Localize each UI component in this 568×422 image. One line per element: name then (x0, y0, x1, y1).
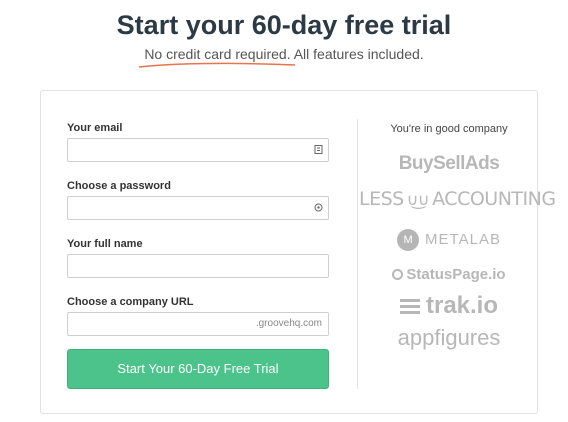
key-icon (314, 203, 323, 212)
good-company-heading: You're in good company (390, 123, 508, 135)
password-field[interactable] (68, 197, 328, 219)
subtitle-underline (138, 62, 296, 68)
password-field-box (67, 196, 329, 220)
signup-card: Your email Choose a password Your full n… (40, 90, 556, 414)
appfigures-logo: appfigures (359, 325, 539, 351)
fullname-label: Your full name (67, 238, 143, 250)
column-divider (357, 119, 358, 389)
contact-card-icon (314, 145, 323, 154)
company-url-suffix: .groovehq.com (255, 318, 322, 329)
metalab-badge-icon: M (397, 229, 420, 251)
company-url-label: Choose a company URL (67, 296, 194, 308)
appfigures-logo-text: appfigures (397, 325, 501, 350)
smiley-icon: ∪͜∪ (406, 190, 430, 209)
fullname-field-box (67, 254, 329, 278)
company-url-field-box: .groovehq.com (67, 312, 329, 336)
metalab-logo: M METALAB (359, 229, 539, 251)
status-ring-icon (392, 268, 404, 280)
statuspage-logo-text: StatusPage.io (406, 266, 506, 283)
email-field[interactable] (68, 139, 328, 161)
lessaccounting-logo: LESS ∪͜∪ ACCOUNTING (359, 188, 556, 210)
statuspage-logo: StatusPage.io (359, 266, 539, 283)
email-label: Your email (67, 122, 123, 134)
buysellads-logo: BuySellAds (359, 153, 539, 175)
email-field-box (67, 138, 329, 162)
start-trial-button[interactable]: Start Your 60-Day Free Trial (67, 349, 329, 389)
lessaccounting-logo-right: ACCOUNTING (432, 188, 556, 210)
buysellads-logo-text: BuySellAds (398, 153, 500, 174)
metalab-logo-text: METALAB (425, 230, 501, 248)
trakio-logo: trak.io (359, 292, 539, 320)
password-label: Choose a password (67, 180, 171, 192)
lessaccounting-logo-left: LESS (359, 188, 404, 210)
trakio-logo-text: trak.io (425, 292, 499, 319)
fullname-field[interactable] (68, 255, 328, 277)
bars-icon (399, 296, 420, 317)
page-title: Start your 60-day free trial (116, 10, 452, 40)
